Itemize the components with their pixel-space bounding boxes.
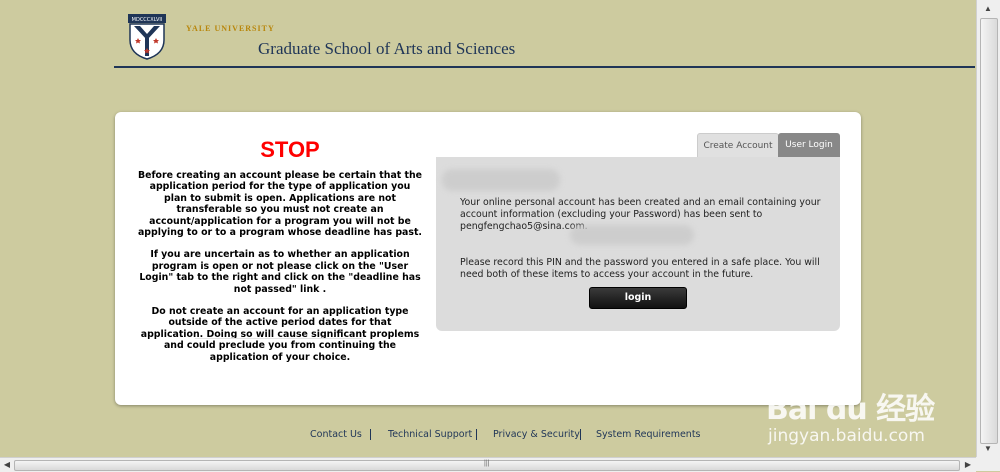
login-button[interactable]: login [589,287,687,309]
footer-separator [370,429,371,440]
tab-user-login[interactable]: User Login [778,133,840,157]
account-panel: Your online personal account has been cr… [436,157,840,331]
divider [195,338,363,339]
footer-link-system-requirements[interactable]: System Requirements [596,429,701,440]
redacted-area [442,169,560,191]
scroll-down-icon[interactable]: ▼ [980,441,996,456]
scroll-up-icon[interactable]: ▲ [980,1,996,16]
school-title[interactable]: Graduate School of Arts and Sciences [258,39,515,59]
university-name: YALE UNIVERSITY [186,24,275,33]
footer-link-privacy-security[interactable]: Privacy & Security [493,429,580,440]
horizontal-scrollbar[interactable]: ◀ ||| ▶ [0,457,976,472]
site-header: MDCCCXLVII YALE UNIVERSITY Graduate Scho… [0,0,975,66]
scroll-right-icon[interactable]: ▶ [962,458,974,472]
main-card: STOP Before creating an account please b… [115,112,861,405]
scrollbar-corner [976,457,1000,471]
scroll-left-icon[interactable]: ◀ [1,458,13,472]
vertical-scroll-thumb[interactable] [980,18,998,444]
tab-create-account[interactable]: Create Account [697,133,779,158]
warning-paragraph: Do not create an account for an applicat… [140,306,420,363]
baidu-watermark: Bai du 经验 jingyan.baidu.com [760,384,975,456]
vertical-scrollbar[interactable]: ▲ ▼ [976,0,1000,457]
warning-text: Before creating an account please be cer… [137,170,423,374]
footer-separator [580,429,581,440]
stop-heading: STOP [260,137,320,162]
footer-link-contact-us[interactable]: Contact Us [310,429,362,440]
warning-paragraph: If you are uncertain as to whether an ap… [139,249,421,295]
header-divider [114,66,975,68]
watermark-brand: Bai du 经验 [766,392,935,427]
yale-shield-icon: MDCCCXLVII [128,14,166,60]
footer-link-technical-support[interactable]: Technical Support [388,429,472,440]
scroll-grip-icon: ||| [484,460,490,467]
footer-separator [476,429,477,440]
svg-text:MDCCCXLVII: MDCCCXLVII [132,17,163,23]
warning-paragraph: Before creating an account please be cer… [137,170,423,239]
redacted-pin [570,225,694,245]
watermark-url: jingyan.baidu.com [768,426,925,446]
pin-instruction-message: Please record this PIN and the password … [460,257,820,280]
